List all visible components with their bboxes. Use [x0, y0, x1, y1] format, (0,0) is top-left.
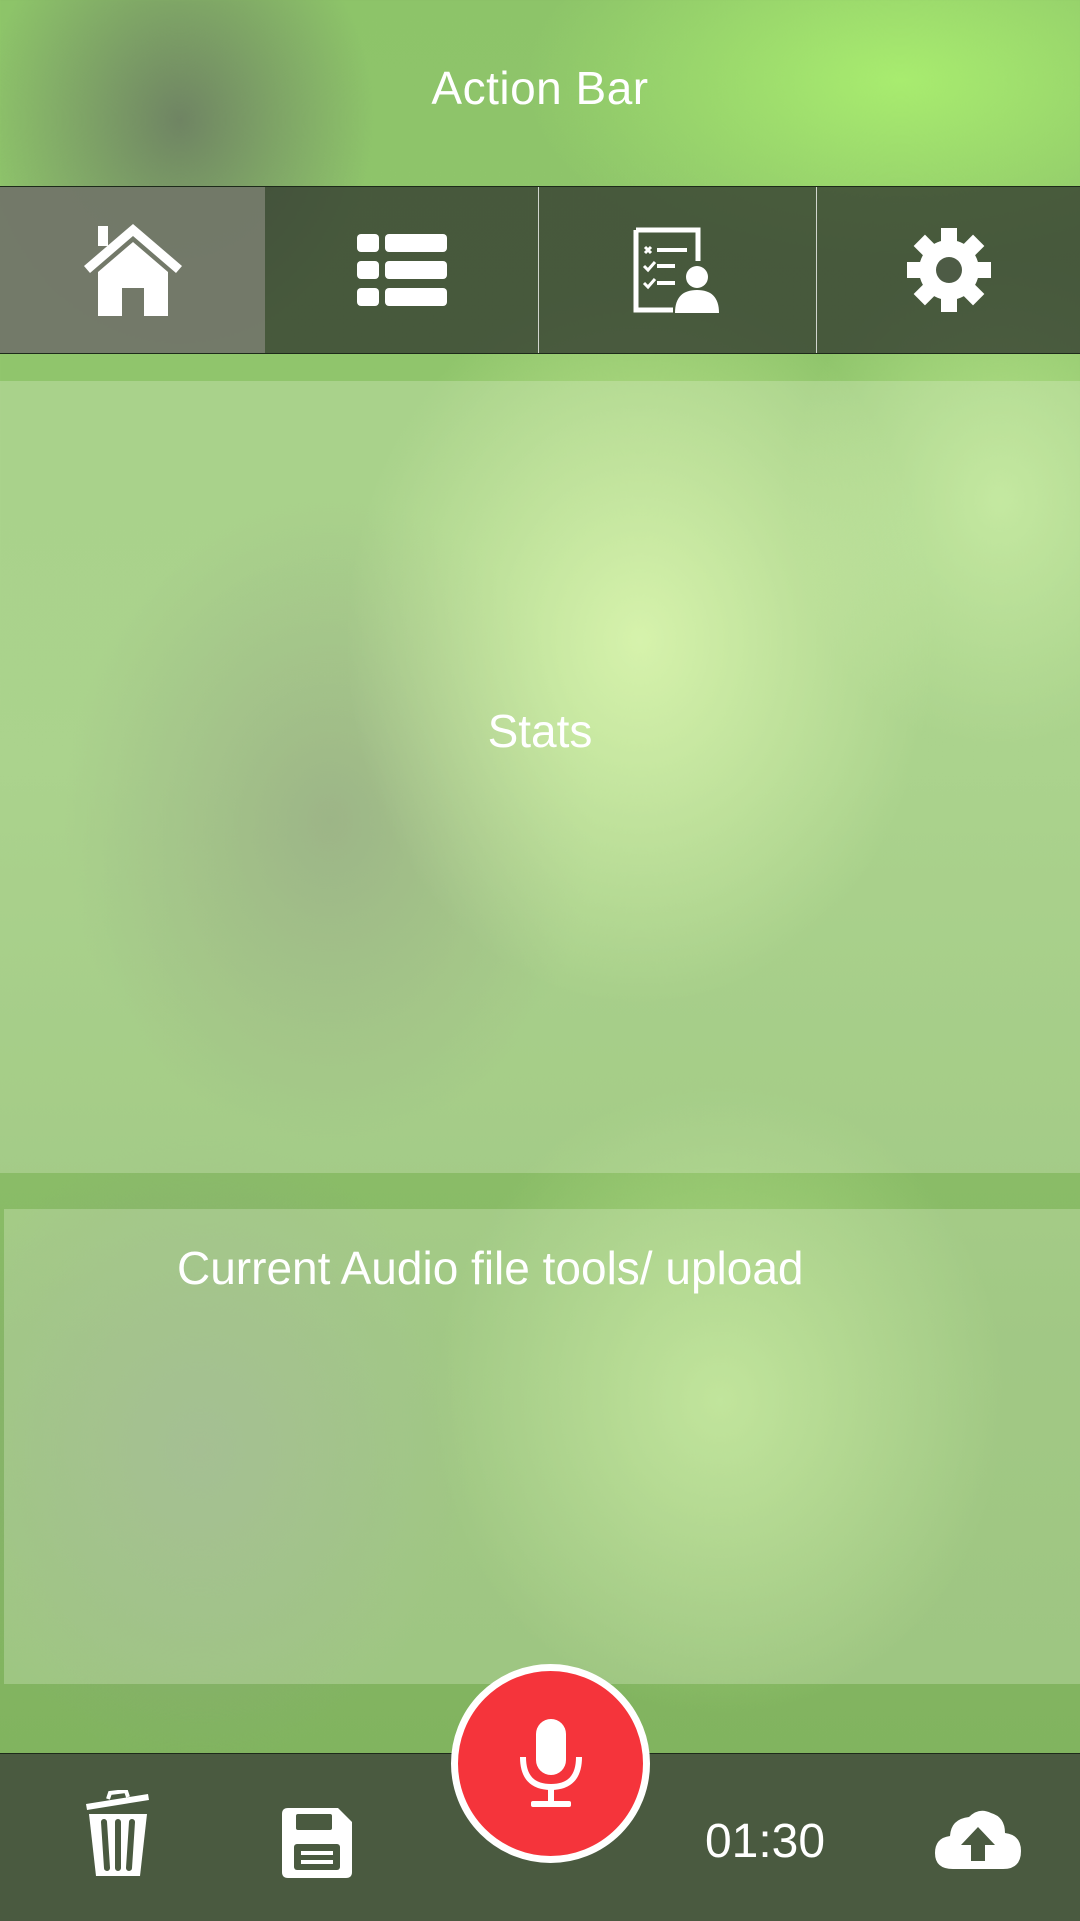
recording-timer: 01:30: [704, 1814, 826, 1868]
tab-bar: [0, 186, 1080, 354]
checklist-user-icon: [633, 227, 719, 313]
tab-settings[interactable]: [817, 187, 1080, 353]
list-icon: [356, 234, 447, 306]
floppy-disk-icon: [282, 1808, 352, 1878]
microphone-icon: [519, 1718, 582, 1807]
gear-icon: [906, 228, 991, 312]
action-bar: Action Bar: [0, 0, 1080, 186]
cloud-upload-icon: [935, 1810, 1021, 1869]
stats-panel: Stats: [0, 381, 1080, 1173]
delete-button[interactable]: [82, 1790, 154, 1876]
audio-tools-label: Current Audio file tools/ upload: [177, 1242, 804, 1294]
tab-list[interactable]: [265, 187, 539, 353]
audio-tools-panel: Current Audio file tools/ upload: [4, 1209, 1080, 1684]
trash-icon: [86, 1790, 149, 1876]
save-button[interactable]: [281, 1807, 353, 1879]
upload-button[interactable]: [935, 1804, 1021, 1872]
tab-home[interactable]: [0, 187, 265, 353]
action-bar-title: Action Bar: [431, 62, 649, 114]
tab-report[interactable]: [539, 187, 817, 353]
home-icon: [83, 224, 182, 316]
record-button[interactable]: [451, 1664, 650, 1863]
stats-label: Stats: [487, 705, 593, 757]
